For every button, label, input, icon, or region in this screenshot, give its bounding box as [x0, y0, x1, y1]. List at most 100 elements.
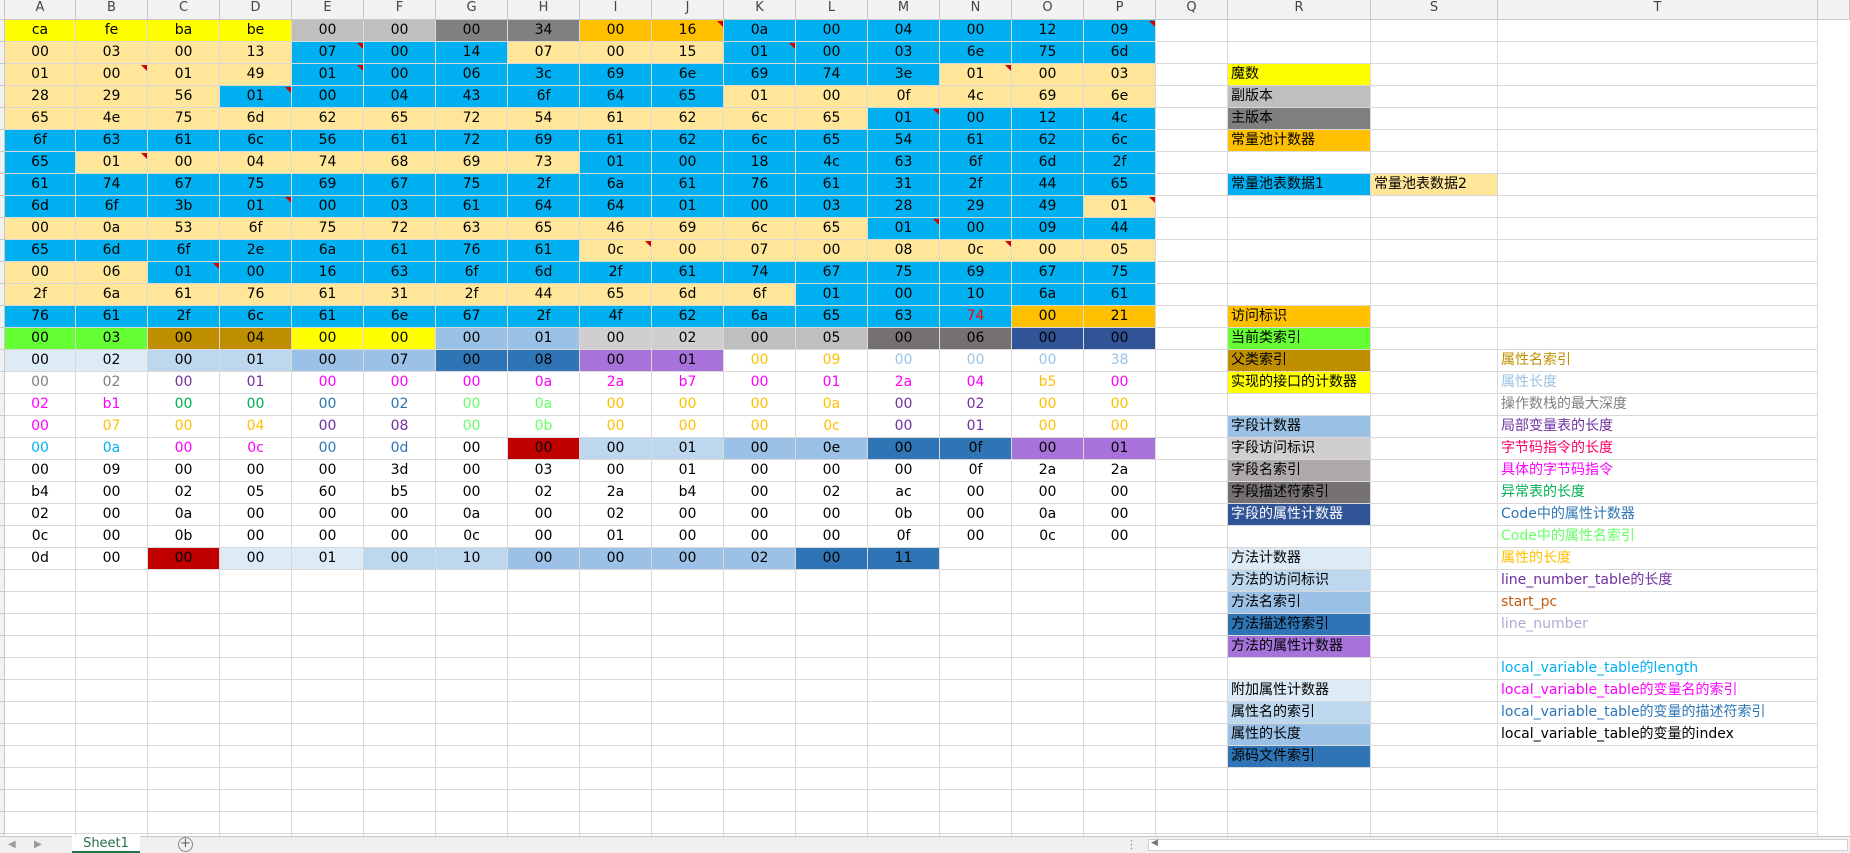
cell[interactable]: 65: [580, 284, 652, 306]
cell[interactable]: 0b: [868, 504, 940, 526]
cell[interactable]: 65: [652, 86, 724, 108]
cell[interactable]: [940, 570, 1012, 592]
cell[interactable]: [220, 790, 292, 812]
cell[interactable]: 6e: [652, 64, 724, 86]
cell[interactable]: [940, 548, 1012, 570]
cell[interactable]: [940, 746, 1012, 768]
cell[interactable]: [1156, 482, 1228, 504]
cell[interactable]: 75: [436, 174, 508, 196]
cell[interactable]: 03: [364, 196, 436, 218]
cell[interactable]: 4e: [76, 108, 148, 130]
cell[interactable]: [1228, 526, 1371, 548]
cell[interactable]: 6c: [724, 130, 796, 152]
legend-label[interactable]: Code中的属性名索引: [1498, 526, 1818, 548]
cell[interactable]: 6a: [1012, 284, 1084, 306]
cell[interactable]: [1371, 86, 1498, 108]
cell[interactable]: [796, 746, 868, 768]
cell[interactable]: 0c: [796, 416, 868, 438]
cell[interactable]: 00: [796, 548, 868, 570]
cell[interactable]: [1084, 636, 1156, 658]
cell[interactable]: [148, 680, 220, 702]
comment-indicator-icon[interactable]: [933, 219, 939, 225]
cell[interactable]: [508, 680, 580, 702]
cell[interactable]: [1084, 680, 1156, 702]
cell[interactable]: 16: [652, 20, 724, 42]
cell[interactable]: b4: [5, 482, 76, 504]
cell[interactable]: [508, 636, 580, 658]
cell[interactable]: 00: [220, 504, 292, 526]
cell[interactable]: [1084, 614, 1156, 636]
cell[interactable]: 6f: [508, 86, 580, 108]
cell[interactable]: [724, 570, 796, 592]
cell[interactable]: 69: [292, 174, 364, 196]
cell[interactable]: [1012, 658, 1084, 680]
cell[interactable]: 04: [868, 20, 940, 42]
legend-label[interactable]: local_variable_table的变量的index: [1498, 724, 1818, 746]
cell[interactable]: 0a: [436, 504, 508, 526]
cell[interactable]: 00: [292, 328, 364, 350]
cell[interactable]: 00: [364, 20, 436, 42]
cell[interactable]: 61: [652, 262, 724, 284]
cell[interactable]: 00: [5, 218, 76, 240]
cell[interactable]: 00: [796, 504, 868, 526]
cell[interactable]: 03: [1084, 64, 1156, 86]
cell[interactable]: 67: [148, 174, 220, 196]
cell[interactable]: 54: [508, 108, 580, 130]
cell[interactable]: 00: [940, 526, 1012, 548]
cell[interactable]: 6f: [220, 218, 292, 240]
cell[interactable]: 75: [1084, 262, 1156, 284]
cell[interactable]: 00: [940, 20, 1012, 42]
cell[interactable]: [436, 768, 508, 790]
cell[interactable]: ba: [148, 20, 220, 42]
cell[interactable]: [148, 702, 220, 724]
cell[interactable]: 00: [292, 416, 364, 438]
cell[interactable]: [148, 746, 220, 768]
tab-split-handle-icon[interactable]: ⋮: [1126, 837, 1137, 852]
cell[interactable]: 14: [436, 42, 508, 64]
cell[interactable]: [1371, 658, 1498, 680]
column-header-a[interactable]: A: [5, 0, 76, 20]
cell[interactable]: 00: [508, 526, 580, 548]
cell[interactable]: [1371, 570, 1498, 592]
cell[interactable]: 00: [76, 548, 148, 570]
cell[interactable]: b7: [652, 372, 724, 394]
cell[interactable]: [1228, 196, 1371, 218]
comment-indicator-icon[interactable]: [1005, 65, 1011, 71]
cell[interactable]: 00: [796, 460, 868, 482]
cell[interactable]: 61: [652, 174, 724, 196]
cell[interactable]: 2a: [580, 482, 652, 504]
cell[interactable]: 00: [220, 262, 292, 284]
cell[interactable]: 74: [796, 64, 868, 86]
cell[interactable]: [940, 614, 1012, 636]
cell[interactable]: b5: [1012, 372, 1084, 394]
cell[interactable]: 00: [292, 20, 364, 42]
cell[interactable]: 00: [940, 504, 1012, 526]
cell[interactable]: 00: [364, 548, 436, 570]
sheet-tab-sheet1[interactable]: Sheet1: [72, 836, 140, 853]
cell[interactable]: [796, 636, 868, 658]
cell[interactable]: ca: [5, 20, 76, 42]
cell[interactable]: 01: [724, 42, 796, 64]
cell[interactable]: 63: [868, 152, 940, 174]
cell[interactable]: 69: [652, 218, 724, 240]
legend-label[interactable]: 字段访问标识: [1228, 438, 1371, 460]
cell[interactable]: 09: [1012, 218, 1084, 240]
cell[interactable]: 00: [652, 548, 724, 570]
cell[interactable]: [1012, 680, 1084, 702]
legend-label[interactable]: 常量池表数据1: [1228, 174, 1371, 196]
cell[interactable]: 01: [652, 350, 724, 372]
column-header-j[interactable]: J: [652, 0, 724, 20]
cell[interactable]: 2f: [5, 284, 76, 306]
comment-indicator-icon[interactable]: [357, 43, 363, 49]
legend-label[interactable]: 属性名的索引: [1228, 702, 1371, 724]
legend-label[interactable]: 属性长度: [1498, 372, 1818, 394]
cell[interactable]: 0a: [724, 20, 796, 42]
cell[interactable]: 01: [868, 218, 940, 240]
cell[interactable]: [364, 812, 436, 834]
cell[interactable]: 05: [796, 328, 868, 350]
cell[interactable]: [1156, 702, 1228, 724]
cell[interactable]: 62: [652, 108, 724, 130]
cell[interactable]: 67: [1012, 262, 1084, 284]
cell[interactable]: [940, 790, 1012, 812]
cell[interactable]: [220, 812, 292, 834]
